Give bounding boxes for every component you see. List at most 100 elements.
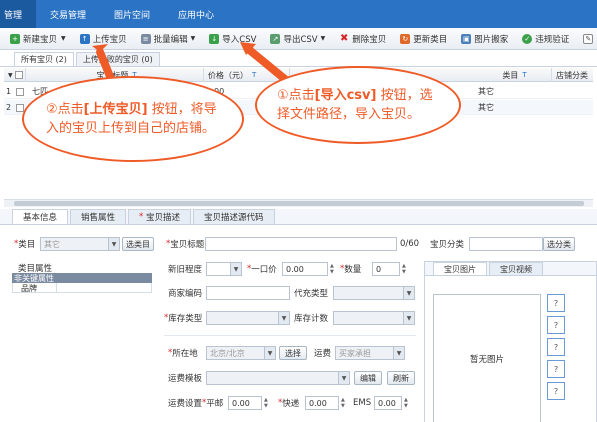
nav-tab-apps[interactable]: 应用中心 bbox=[164, 0, 228, 28]
price-stepper[interactable]: ▲ ▼ bbox=[330, 263, 337, 275]
nav-tab-images[interactable]: 图片空间 bbox=[100, 0, 164, 28]
col-shop-category[interactable]: 店铺分类 bbox=[552, 68, 593, 82]
price-label: * 一口价 bbox=[247, 264, 277, 275]
category-label: * 类目 bbox=[14, 239, 36, 250]
express-fee-stepper[interactable]: ▲ ▼ bbox=[341, 397, 348, 409]
chevron-down-icon[interactable]: ▼ bbox=[321, 35, 326, 42]
upload-label: 上传宝贝 bbox=[92, 34, 127, 45]
ems-fee-stepper[interactable]: ▲ ▼ bbox=[404, 397, 411, 409]
chevron-down-icon[interactable]: ▼ bbox=[61, 35, 66, 42]
tab-label: 宝贝描述 bbox=[145, 213, 180, 223]
quantity-input[interactable]: 0 bbox=[372, 262, 400, 276]
tab-all-items[interactable]: 所有宝贝 (2) bbox=[14, 52, 74, 66]
filter-icon[interactable]: T bbox=[252, 71, 256, 79]
mail-fee-input[interactable]: 0.00 bbox=[228, 396, 262, 410]
batch-edit-button[interactable]: ≡ 批量编辑 ▼ bbox=[137, 30, 200, 48]
freight-template-select[interactable]: ▼ bbox=[206, 371, 350, 385]
required-marker: * bbox=[139, 212, 146, 222]
ems-fee-input[interactable]: 0.00 bbox=[374, 396, 402, 410]
update-category-label: 更新类目 bbox=[413, 34, 448, 45]
brand-row[interactable]: 品牌 bbox=[12, 283, 152, 293]
import-csv-button[interactable]: ↓ 导入CSV bbox=[205, 30, 260, 48]
stock-count-select[interactable]: ▼ bbox=[333, 311, 415, 325]
proxy-type-label: 代充类型 bbox=[294, 289, 329, 299]
brand-label: 品牌 bbox=[13, 283, 57, 293]
title-label: * 宝贝标题 bbox=[166, 239, 205, 250]
refresh-template-button[interactable]: 刷新 bbox=[387, 371, 415, 385]
tab-label: 销售属性 bbox=[81, 213, 116, 223]
location-select[interactable]: 北京/北京 ▼ bbox=[206, 346, 276, 360]
image-move-label: 图片搬家 bbox=[474, 34, 509, 45]
proxy-type-select[interactable]: ▼ bbox=[333, 286, 415, 300]
violation-check-button[interactable]: ✓ 违规验证 bbox=[518, 30, 573, 48]
item-form: * 类目 其它 ▼ 选类目 类目属性 非关键属性 品牌 * 宝贝标题 0/60 宝贝分… bbox=[0, 225, 597, 422]
import-csv-label: 导入CSV bbox=[222, 34, 257, 45]
express-fee-input[interactable]: 0.00 bbox=[305, 396, 339, 410]
edit-template-button[interactable]: 编辑 bbox=[354, 371, 382, 385]
image-slot[interactable]: ? bbox=[547, 316, 565, 334]
tab-sales-attrs[interactable]: 销售属性 bbox=[70, 209, 127, 224]
tab-label: 基本信息 bbox=[23, 213, 58, 223]
refresh-icon: ↻ bbox=[400, 33, 411, 44]
filter-icon[interactable]: T bbox=[522, 71, 526, 79]
export-csv-button[interactable]: ↗ 导出CSV ▼ bbox=[266, 30, 329, 48]
tab-upload-failed[interactable]: 上传失败的宝贝 (0) bbox=[75, 52, 160, 66]
tab-item-images[interactable]: 宝贝图片 bbox=[433, 262, 487, 275]
chevron-down-icon: ▼ bbox=[230, 263, 241, 275]
row-category: 其它 bbox=[478, 87, 494, 96]
image-move-button[interactable]: ▣ 图片搬家 bbox=[457, 30, 512, 48]
toolbar: + 新建宝贝 ▼ ↑ 上传宝贝 ≡ 批量编辑 ▼ ↓ 导入CSV ↗ 导出CSV… bbox=[0, 28, 597, 50]
new-item-button[interactable]: + 新建宝贝 ▼ bbox=[6, 30, 70, 48]
delete-button[interactable]: ✖ 删除宝贝 bbox=[335, 30, 390, 48]
stock-count-label: 库存计数 bbox=[294, 314, 329, 324]
edit-view-button[interactable]: ✎ bbox=[579, 30, 597, 48]
main-image-placeholder[interactable]: 暂无图片 bbox=[433, 294, 541, 422]
quantity-stepper[interactable]: ▲ ▼ bbox=[402, 263, 409, 275]
select-shop-category-button[interactable]: 选分类 bbox=[543, 237, 575, 251]
location-label: * 所在地 bbox=[168, 348, 198, 359]
horizontal-scrollbar[interactable] bbox=[4, 199, 593, 207]
shop-category-input[interactable] bbox=[469, 237, 543, 251]
merchant-code-input[interactable] bbox=[206, 286, 290, 300]
image-slot[interactable]: ? bbox=[547, 338, 565, 356]
nav-tab-manage[interactable]: 管理 bbox=[0, 0, 37, 28]
newness-label: 新旧程度 bbox=[168, 265, 203, 275]
chevron-down-icon: ▼ bbox=[393, 347, 404, 359]
upload-button[interactable]: ↑ 上传宝贝 bbox=[76, 30, 131, 48]
chevron-down-icon: ▼ bbox=[338, 372, 349, 384]
tab-description-source[interactable]: 宝贝描述源代码 bbox=[193, 209, 275, 224]
chevron-down-icon[interactable]: ▼ bbox=[191, 35, 196, 42]
image-slot[interactable]: ? bbox=[547, 294, 565, 312]
title-input[interactable] bbox=[205, 237, 397, 251]
header-select-all[interactable]: ▼ bbox=[4, 68, 26, 82]
price-input[interactable]: 0.00 bbox=[282, 262, 328, 276]
tab-item-video[interactable]: 宝贝视频 bbox=[489, 262, 543, 275]
image-panel: 宝贝图片 宝贝视频 暂无图片 ? ? ? ? ? bbox=[424, 261, 597, 422]
update-category-button[interactable]: ↻ 更新类目 bbox=[396, 30, 451, 48]
nav-tab-label: 交易管理 bbox=[50, 10, 87, 21]
stock-type-select[interactable]: ▼ bbox=[206, 311, 290, 325]
tab-basic-info[interactable]: 基本信息 bbox=[12, 209, 69, 224]
row-checkbox[interactable] bbox=[16, 84, 24, 99]
tab-description[interactable]: * 宝贝描述 bbox=[128, 209, 191, 224]
select-category-button[interactable]: 选类目 bbox=[122, 237, 154, 251]
chevron-down-icon: ▼ bbox=[403, 312, 414, 324]
callout-import: ①点击[导入csv] 按钮，选择文件路径，导入宝贝。 bbox=[255, 66, 461, 144]
category-select[interactable]: 其它 ▼ bbox=[40, 237, 120, 251]
stock-type-label: * 库存类型 bbox=[164, 313, 203, 324]
row-number: 1 bbox=[6, 87, 12, 96]
nav-tab-trade[interactable]: 交易管理 bbox=[36, 0, 100, 28]
scrollbar-thumb[interactable] bbox=[14, 201, 584, 206]
image-slot[interactable]: ? bbox=[547, 382, 565, 400]
mail-label: * 平邮 bbox=[202, 398, 224, 409]
choose-location-button[interactable]: 选择 bbox=[279, 346, 307, 360]
col-category[interactable]: 类目 T bbox=[474, 68, 552, 82]
select-all-checkbox[interactable] bbox=[14, 71, 23, 79]
newness-select[interactable]: ▼ bbox=[206, 262, 242, 276]
freight-select[interactable]: 买家承担 ▼ bbox=[335, 346, 405, 360]
ems-label: EMS bbox=[353, 398, 372, 408]
attr-title: 类目属性 bbox=[18, 264, 53, 274]
mail-fee-stepper[interactable]: ▲ ▼ bbox=[264, 397, 271, 409]
image-slot[interactable]: ? bbox=[547, 360, 565, 378]
pencil-icon: ✎ bbox=[583, 33, 594, 44]
